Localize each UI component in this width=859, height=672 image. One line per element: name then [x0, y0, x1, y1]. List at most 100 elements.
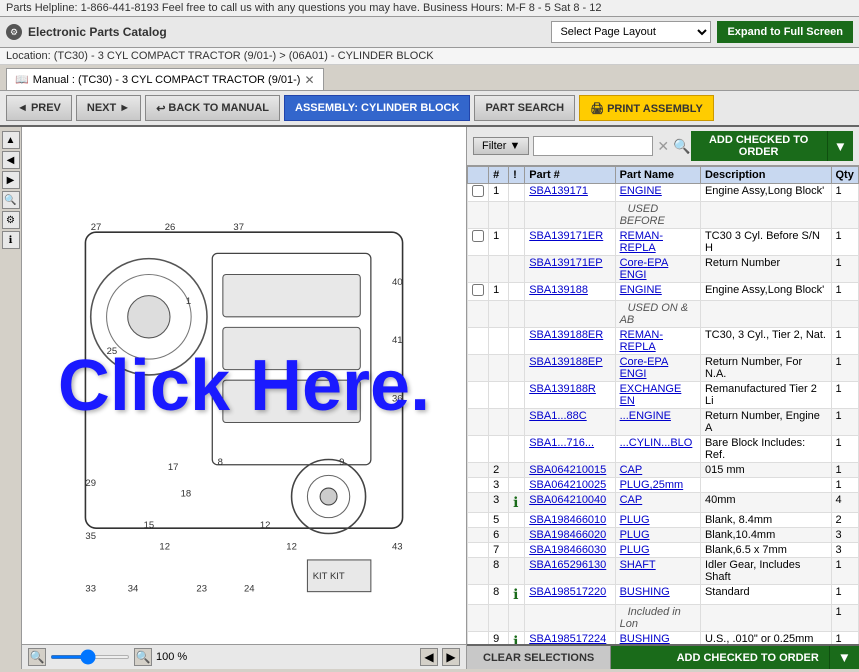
- breadcrumb: Location: (TC30) - 3 CYL COMPACT TRACTOR…: [0, 48, 859, 65]
- filter-search-icon[interactable]: 🔍: [673, 138, 690, 155]
- clear-selections-button[interactable]: CLEAR SELECTIONS: [467, 646, 611, 669]
- print-button[interactable]: 🖨 PRINT ASSEMBLY: [579, 95, 714, 121]
- part-name: CAP: [615, 463, 700, 478]
- part-link[interactable]: SBA198466020: [529, 529, 606, 541]
- part-desc: TC30, 3 Cyl., Tier 2, Nat.: [700, 328, 831, 355]
- filter-clear-icon[interactable]: ✕: [657, 138, 669, 155]
- side-icon-6[interactable]: ℹ: [2, 231, 20, 249]
- part-link[interactable]: SBA198517220: [529, 586, 606, 598]
- filter-left: Filter ▼ ✕ 🔍: [473, 136, 691, 156]
- row-checkbox[interactable]: [472, 284, 484, 296]
- main-content: ▲ ◀ ▶ 🔍 ⚙ ℹ: [0, 127, 859, 669]
- filter-label: Filter: [482, 140, 506, 152]
- table-row: SBA139188ERREMAN-REPLATC30, 3 Cyl., Tier…: [468, 328, 859, 355]
- parts-table-container[interactable]: # ! Part # Part Name Description Qty 1SB…: [467, 166, 859, 644]
- part-link[interactable]: SBA064210040: [529, 494, 606, 506]
- side-icon-2[interactable]: ◀: [2, 151, 20, 169]
- part-link[interactable]: SBA165296130: [529, 559, 606, 571]
- info-icon[interactable]: ℹ: [513, 494, 518, 510]
- row-number: [489, 328, 509, 355]
- part-link[interactable]: SBA139188EP: [529, 356, 602, 368]
- click-here-overlay[interactable]: Click Here.: [58, 345, 430, 427]
- table-row: 1SBA139171ERREMAN-REPLATC30 3 Cyl. Befor…: [468, 229, 859, 256]
- add-order-dropdown-arrow[interactable]: ▼: [827, 131, 853, 161]
- parts-tbody: 1SBA139171ENGINEEngine Assy,Long Block'1…: [468, 184, 859, 645]
- row-number: 5: [489, 513, 509, 528]
- side-icon-5[interactable]: ⚙: [2, 211, 20, 229]
- main-tab[interactable]: 📖 Manual : (TC30) - 3 CYL COMPACT TRACTO…: [6, 68, 324, 90]
- part-desc: Remanufactured Tier 2 Li: [700, 382, 831, 409]
- prev-button[interactable]: ◄ PREV: [6, 95, 72, 121]
- part-link[interactable]: SBA198466030: [529, 544, 606, 556]
- table-row: USED BEFORE: [468, 202, 859, 229]
- row-number: 2: [489, 463, 509, 478]
- part-link[interactable]: SBA139171ER: [529, 230, 603, 242]
- table-row: 3ℹSBA064210040CAP40mm4: [468, 493, 859, 513]
- part-link[interactable]: SBA139188: [529, 284, 588, 296]
- part-qty: 2: [831, 513, 859, 528]
- part-link[interactable]: SBA139188ER: [529, 329, 603, 341]
- back-to-manual-button[interactable]: ↩ BACK TO MANUAL: [145, 95, 280, 121]
- part-name: PLUG: [615, 528, 700, 543]
- part-link[interactable]: SBA139188R: [529, 383, 596, 395]
- part-link[interactable]: SBA064210015: [529, 464, 606, 476]
- part-desc: Engine Assy,Long Block': [700, 184, 831, 202]
- part-desc: U.S., .010" or 0.25mm: [700, 632, 831, 645]
- side-icon-3[interactable]: ▶: [2, 171, 20, 189]
- table-row: SBA139171EPCore-EPA ENGIReturn Number1: [468, 256, 859, 283]
- table-row: 3SBA064210025PLUG,25mm1: [468, 478, 859, 493]
- table-row: Included in Lon1: [468, 605, 859, 632]
- expand-button[interactable]: Expand to Full Screen: [717, 21, 853, 43]
- parts-panel: Filter ▼ ✕ 🔍 ADD CHECKED TO ORDER ▼ #: [467, 127, 859, 669]
- filter-input[interactable]: [533, 136, 653, 156]
- info-icon[interactable]: ℹ: [513, 633, 518, 644]
- add-order-bottom-button[interactable]: ADD CHECKED TO ORDER: [611, 646, 829, 669]
- part-link[interactable]: SBA139171: [529, 185, 588, 197]
- zoom-slider[interactable]: [50, 655, 130, 659]
- row-number: [489, 436, 509, 463]
- filter-button[interactable]: Filter ▼: [473, 137, 529, 155]
- next-button[interactable]: NEXT ►: [76, 95, 141, 121]
- part-qty: 4: [831, 493, 859, 513]
- part-name: SHAFT: [615, 558, 700, 585]
- back-label: BACK TO MANUAL: [168, 102, 269, 114]
- row-number: 3: [489, 493, 509, 513]
- part-name: PLUG: [615, 543, 700, 558]
- side-icon-1[interactable]: ▲: [2, 131, 20, 149]
- zoom-reset-button[interactable]: ◀: [420, 648, 438, 666]
- part-name: Included in Lon: [615, 605, 700, 632]
- part-desc: Blank,6.5 x 7mm: [700, 543, 831, 558]
- diagram-area[interactable]: KIT KIT 27 26 37 25 1 40 41 36 29 35 33 …: [22, 127, 466, 644]
- part-link[interactable]: SBA064210025: [529, 479, 606, 491]
- tab-close-icon[interactable]: ✕: [304, 73, 314, 87]
- app-logo: ⚙: [6, 24, 22, 40]
- side-icon-4[interactable]: 🔍: [2, 191, 20, 209]
- part-name: PLUG: [615, 513, 700, 528]
- assembly-button[interactable]: ASSEMBLY: CYLINDER BLOCK: [284, 95, 470, 121]
- svg-text:15: 15: [144, 520, 155, 531]
- part-desc: Return Number, For N.A.: [700, 355, 831, 382]
- svg-text:43: 43: [392, 541, 403, 552]
- part-link[interactable]: SBA198466010: [529, 514, 606, 526]
- info-icon[interactable]: ℹ: [513, 586, 518, 602]
- zoom-in-button[interactable]: 🔍: [134, 648, 152, 666]
- zoom-out-button[interactable]: 🔍: [28, 648, 46, 666]
- diagram-footer: 🔍 🔍 100 % ◀ ▶: [22, 644, 466, 669]
- add-checked-button[interactable]: ADD CHECKED TO ORDER: [691, 131, 827, 161]
- page-layout-select[interactable]: Select Page Layout: [551, 21, 711, 43]
- add-order-bottom-dropdown[interactable]: ▼: [829, 646, 859, 669]
- svg-text:1: 1: [186, 296, 191, 307]
- row-number: 1: [489, 283, 509, 301]
- row-checkbox[interactable]: [472, 185, 484, 197]
- part-link[interactable]: SBA1...88C: [529, 410, 586, 422]
- part-link[interactable]: SBA1...716...: [529, 437, 594, 449]
- part-link[interactable]: SBA139171EP: [529, 257, 602, 269]
- parts-table: # ! Part # Part Name Description Qty 1SB…: [467, 166, 859, 644]
- part-link[interactable]: SBA198517224: [529, 633, 606, 644]
- part-search-button[interactable]: PART SEARCH: [474, 95, 575, 121]
- row-checkbox[interactable]: [472, 230, 484, 242]
- part-desc: TC30 3 Cyl. Before S/N H: [700, 229, 831, 256]
- table-row: 5SBA198466010PLUGBlank, 8.4mm2: [468, 513, 859, 528]
- zoom-fit-button[interactable]: ▶: [442, 648, 460, 666]
- col-info: !: [509, 167, 525, 184]
